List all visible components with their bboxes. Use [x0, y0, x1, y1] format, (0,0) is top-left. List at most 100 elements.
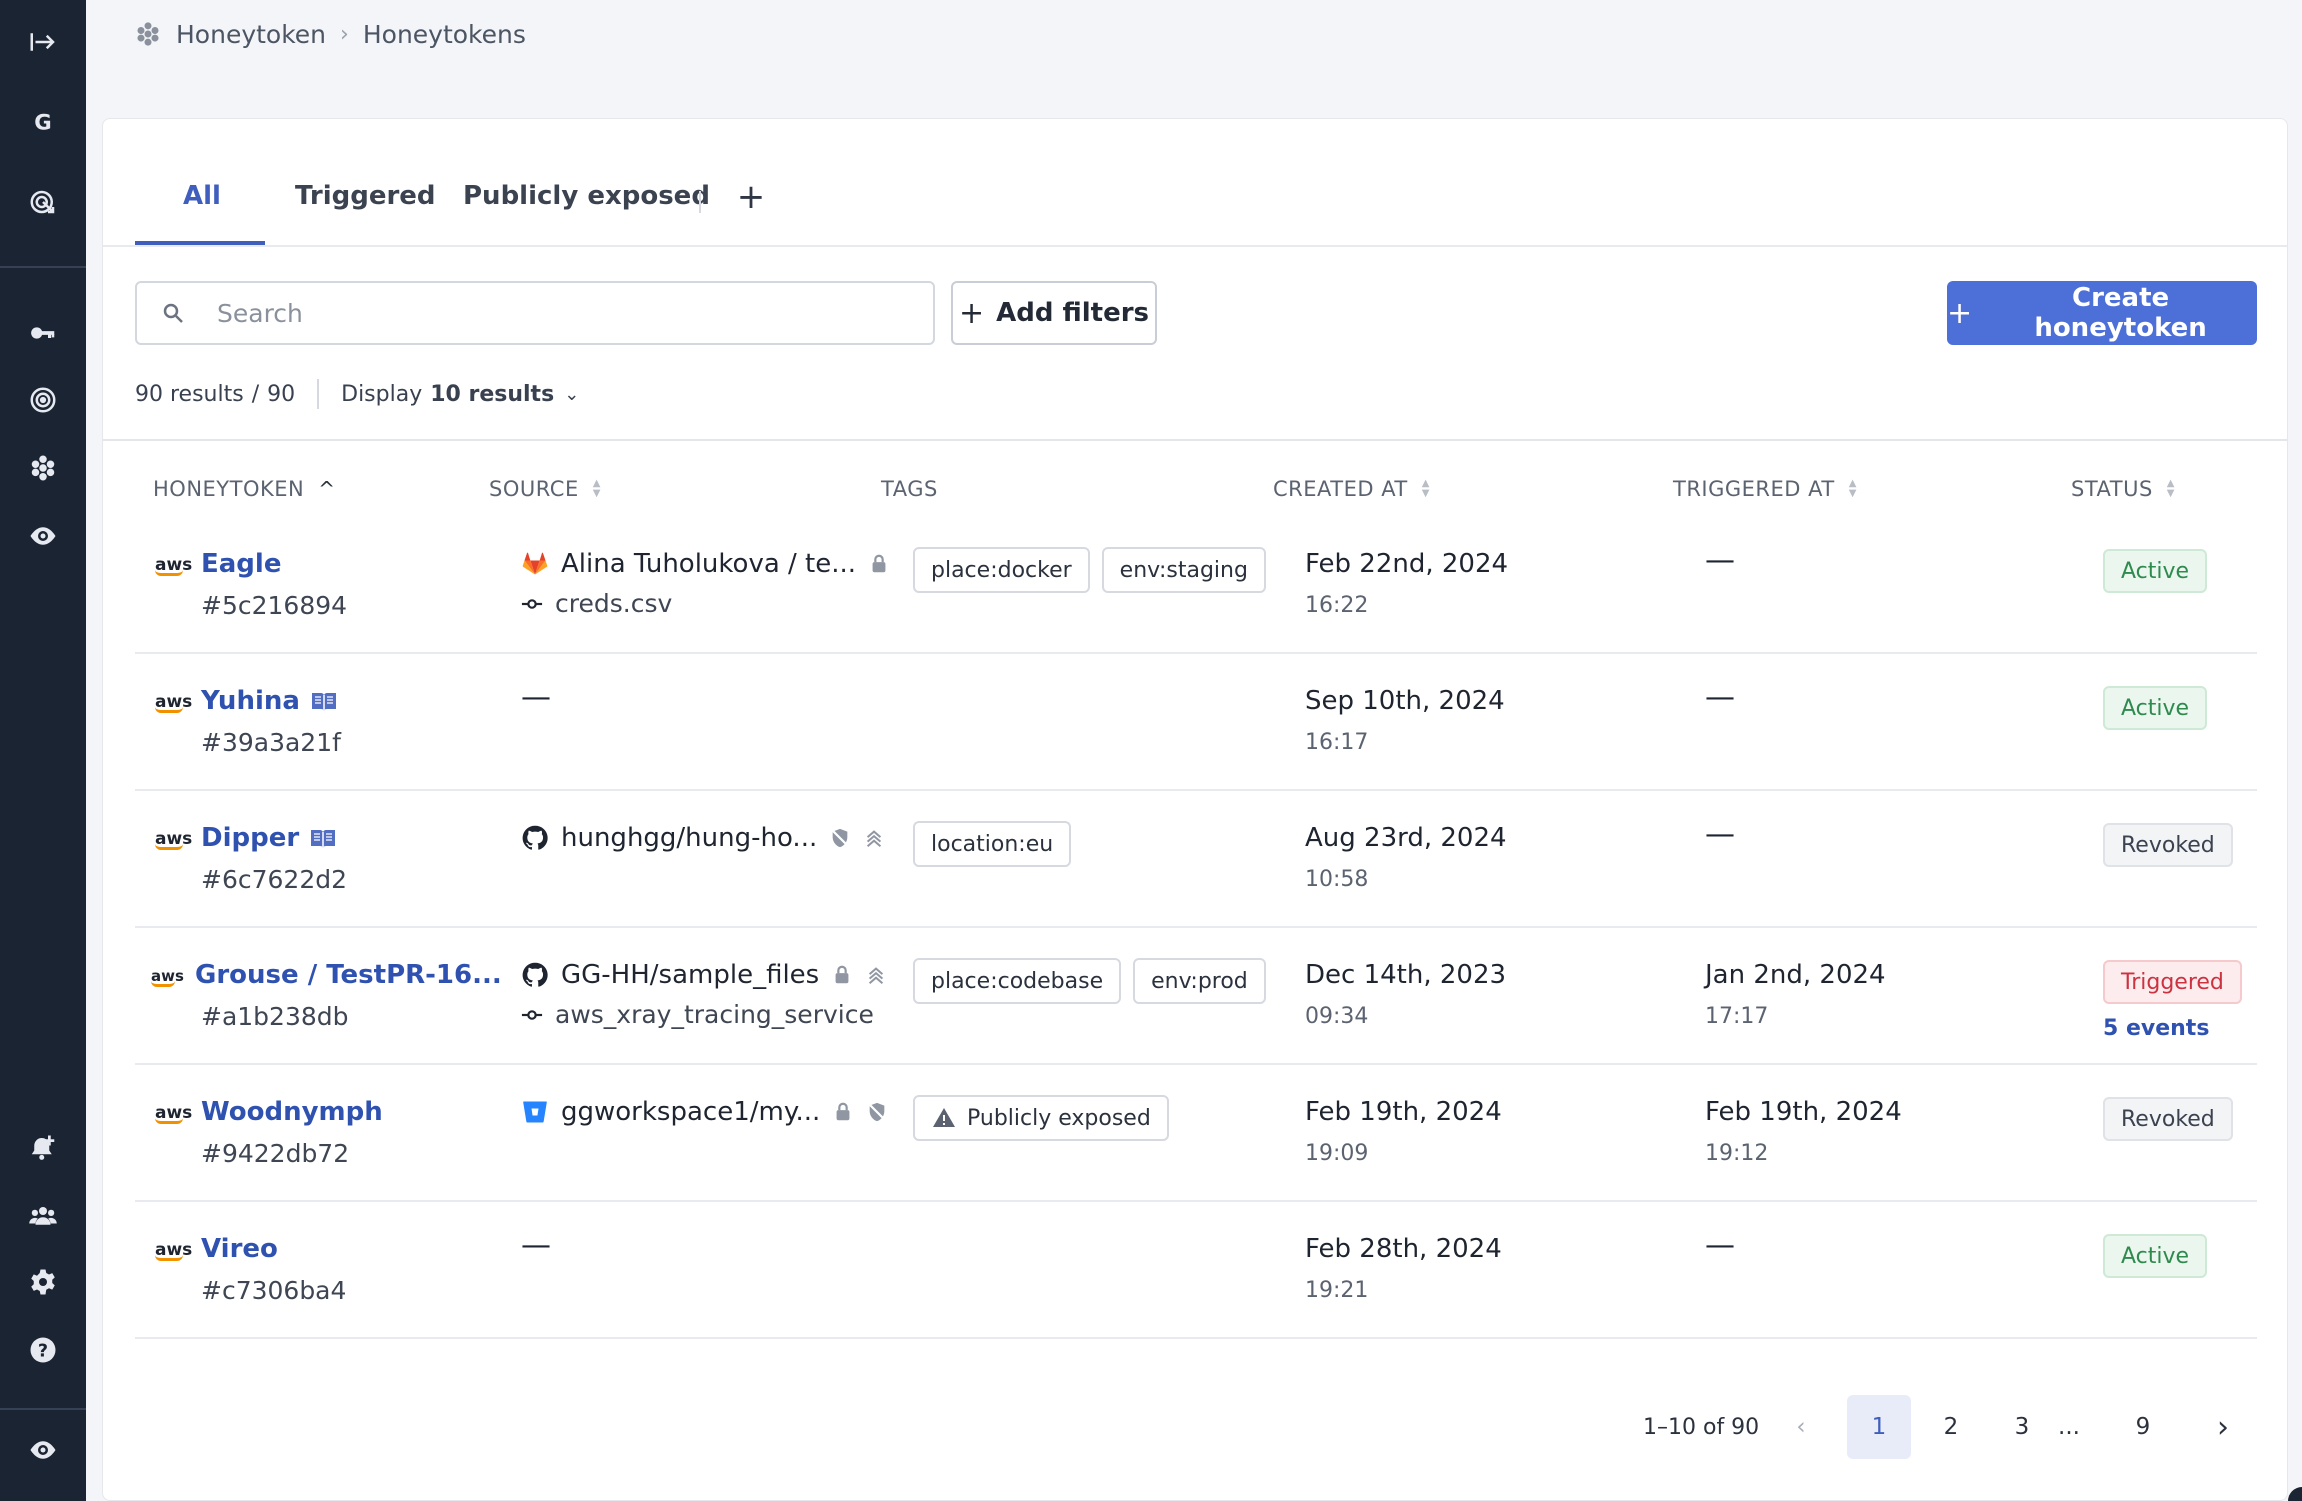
search-input[interactable] — [217, 298, 817, 328]
breadcrumb-current: Honeytokens — [362, 19, 526, 49]
honeytoken-name-link[interactable]: Woodnymph — [201, 1097, 383, 1127]
aws-logo: aws — [151, 967, 184, 987]
source-link[interactable]: Alina Tuholukova / te... — [521, 549, 890, 579]
bell-plus-icon[interactable] — [0, 1120, 86, 1176]
tab-triggered[interactable]: Triggered — [295, 181, 436, 211]
created-time: 09:34 — [1305, 1004, 1369, 1029]
workspace-g-icon[interactable]: G — [0, 94, 86, 150]
source-link[interactable]: GG-HH/sample_files — [521, 960, 887, 990]
table-top-border — [103, 439, 2287, 441]
window-corner — [2288, 1487, 2302, 1501]
sort-icon: ▲ ▼ — [1848, 478, 1857, 499]
sidebar: G ? — [0, 0, 86, 1501]
status-badge: Revoked — [2103, 1097, 2233, 1141]
column-header-source[interactable]: SOURCE ▲ ▼ — [489, 477, 601, 501]
help-icon[interactable]: ? — [0, 1322, 86, 1378]
lock-icon — [835, 965, 849, 984]
status-badge: Triggered — [2103, 960, 2242, 1004]
target-icon[interactable] — [0, 372, 86, 428]
sort-icon: ▲ ▼ — [2166, 478, 2175, 499]
page-1-button[interactable]: 1 — [1847, 1395, 1911, 1459]
github-icon — [522, 825, 548, 850]
honeytoken-icon[interactable] — [0, 440, 86, 496]
table-row[interactable]: aws Vireo #c7306ba4 — Feb 28th, 2024 19:… — [135, 1202, 2257, 1339]
tag-list: place:codebase env:prod — [913, 958, 1266, 1004]
triggered-date: Feb 19th, 2024 — [1705, 1097, 1902, 1127]
source-link[interactable]: ggworkspace1/my... — [521, 1097, 888, 1127]
chevrons-up-icon — [869, 967, 884, 985]
tag[interactable]: env:staging — [1101, 547, 1266, 593]
honeytokens-card: All Triggered Publicly exposed + + Add f… — [102, 118, 2288, 1501]
eye-icon[interactable] — [0, 508, 86, 564]
table-row[interactable]: aws Yuhina #39a3a21f — Sep 10th, 2024 16… — [135, 654, 2257, 791]
search-box[interactable] — [135, 281, 935, 345]
honeytoken-name-link[interactable]: Eagle — [201, 549, 281, 579]
created-time: 19:21 — [1305, 1278, 1369, 1303]
table-row[interactable]: aws Eagle #5c216894 Alina Tuholukova / t… — [135, 517, 2257, 654]
create-honeytoken-button[interactable]: + Create honeytoken — [1947, 281, 2257, 345]
honeytoken-name-link[interactable]: Grouse / TestPR-16... — [195, 960, 502, 990]
source-name: ggworkspace1/my... — [561, 1097, 821, 1127]
column-header-status[interactable]: STATUS ▲ ▼ — [2071, 477, 2175, 501]
source-file: aws_xray_tracing_service — [521, 1000, 874, 1029]
honeytoken-id: #6c7622d2 — [201, 865, 347, 894]
sort-icon: ▲ ▼ — [1421, 478, 1430, 499]
tag[interactable]: location:eu — [913, 821, 1072, 867]
add-tab-button[interactable]: + — [731, 175, 771, 219]
svg-text:G: G — [34, 111, 51, 136]
created-date: Dec 14th, 2023 — [1305, 960, 1507, 990]
sidebar-divider — [0, 1408, 86, 1410]
results-divider — [317, 379, 320, 409]
add-filters-button[interactable]: + Add filters — [951, 281, 1157, 345]
honeytoken-id: #5c216894 — [201, 591, 348, 620]
eye-icon[interactable] — [0, 1422, 86, 1478]
tag[interactable]: place:docker — [913, 547, 1090, 593]
breadcrumb-root[interactable]: Honeytoken — [176, 20, 326, 49]
prev-page-button[interactable]: ‹ — [1769, 1395, 1833, 1459]
page-3-button[interactable]: 3 — [1990, 1395, 2054, 1459]
chevron-down-icon[interactable]: ⌄ — [564, 384, 579, 405]
column-header-created-at[interactable]: CREATED AT ▲ ▼ — [1273, 477, 1430, 501]
team-icon[interactable] — [0, 1188, 86, 1244]
gear-icon[interactable] — [0, 1254, 86, 1310]
column-header-honeytoken[interactable]: HONEYTOKEN ^ — [153, 477, 336, 501]
table-row[interactable]: aws Woodnymph #9422db72 ggworkspace1/my.… — [135, 1065, 2257, 1202]
expand-icon[interactable] — [0, 14, 86, 70]
status-badge: Active — [2103, 549, 2208, 593]
pagination-range: 1–10 of 90 — [1643, 1414, 1760, 1440]
tag[interactable]: env:prod — [1133, 958, 1266, 1004]
honeytoken-icon — [137, 22, 159, 46]
table-row[interactable]: aws Dipper #6c7622d2 hunghgg/hung-ho... … — [135, 791, 2257, 928]
key-icon[interactable] — [0, 305, 86, 361]
tab-bar: All Triggered Publicly exposed + — [103, 119, 2287, 247]
display-select[interactable]: 10 results — [430, 382, 554, 407]
tag-publicly-exposed[interactable]: Publicly exposed — [913, 1095, 1169, 1141]
honeytoken-name-link[interactable]: Vireo — [201, 1234, 278, 1264]
column-label: TAGS — [881, 477, 938, 501]
sort-icon: ▲ ▼ — [592, 478, 601, 499]
honeytoken-name-link[interactable]: Yuhina — [201, 686, 338, 716]
commit-icon — [521, 598, 543, 609]
events-link[interactable]: 5 events — [2103, 1016, 2209, 1041]
tag-list: place:docker env:staging — [913, 547, 1266, 593]
column-label: CREATED AT — [1273, 477, 1408, 501]
tab-divider — [699, 191, 701, 213]
table-row[interactable]: aws Grouse / TestPR-16... #a1b238db GG-H… — [135, 928, 2257, 1065]
tab-publicly-exposed[interactable]: Publicly exposed — [463, 181, 710, 211]
created-time: 16:17 — [1305, 730, 1369, 755]
radar-icon[interactable] — [0, 174, 86, 230]
honeytoken-name-link[interactable]: Dipper — [201, 823, 337, 853]
next-page-button[interactable]: › — [2191, 1395, 2255, 1459]
tag[interactable]: place:codebase — [913, 958, 1122, 1004]
column-header-triggered-at[interactable]: TRIGGERED AT ▲ ▼ — [1673, 477, 1857, 501]
page-2-button[interactable]: 2 — [1919, 1395, 1983, 1459]
aws-logo: aws — [155, 1103, 193, 1124]
tab-all[interactable]: All — [183, 181, 221, 211]
column-label: HONEYTOKEN — [153, 477, 305, 501]
honeytoken-id: #39a3a21f — [201, 728, 341, 757]
source-link[interactable]: hunghgg/hung-ho... — [521, 823, 885, 853]
aws-logo: aws — [155, 829, 193, 850]
page-9-button[interactable]: 9 — [2111, 1395, 2175, 1459]
triggered-empty: — — [1705, 1228, 1735, 1263]
source-file-name: aws_xray_tracing_service — [555, 1000, 874, 1029]
